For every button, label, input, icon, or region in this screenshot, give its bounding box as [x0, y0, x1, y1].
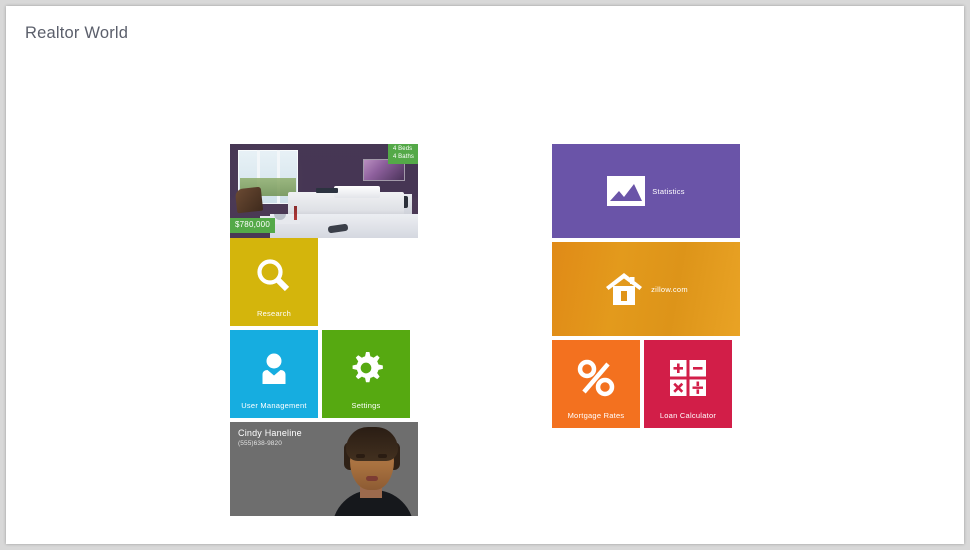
app-window: Realtor World 4 Beds 4 Baths $780,000 Re… [6, 6, 964, 544]
tile-loan-calculator[interactable]: Loan Calculator [644, 340, 732, 428]
tile-user-management-label: User Management [241, 401, 307, 410]
beds-count: 4 Beds [392, 146, 413, 152]
tile-group-left: 4 Beds 4 Baths $780,000 Research User Ma… [230, 144, 422, 520]
page-title: Realtor World [25, 24, 129, 42]
agent-photo [326, 422, 418, 516]
tile-mortgage-rates[interactable]: Mortgage Rates [552, 340, 640, 428]
photo-pillows [334, 186, 380, 198]
agent-phone: (555)638-9820 [238, 440, 282, 447]
statistics-content: Statistics [552, 144, 740, 238]
tile-property-listing[interactable]: 4 Beds 4 Baths $780,000 [230, 144, 418, 238]
tile-row-4: Statistics [552, 144, 740, 238]
tile-research-label: Research [256, 309, 292, 318]
agent-hair [346, 427, 398, 461]
tile-agent-contact[interactable]: Cindy Haneline (555)638-9820 [230, 422, 418, 516]
tile-zillow-label: zillow.com [651, 284, 688, 294]
photo-lounge-chair [234, 186, 264, 214]
agent-eye-left [356, 454, 365, 458]
tile-row-6: Mortgage Rates Loan Calculator [552, 340, 740, 428]
tile-research[interactable]: Research [230, 238, 318, 326]
tile-user-management[interactable]: User Management [230, 330, 318, 418]
agent-name: Cindy Haneline [238, 428, 302, 438]
photo-bottle [294, 206, 297, 220]
agent-eye-right [378, 454, 387, 458]
tile-group-right: Statistics zillow.com Mortgage Rates Loa… [552, 144, 740, 432]
agent-lips [366, 476, 378, 481]
tile-zillow[interactable]: zillow.com [552, 242, 740, 336]
tile-loan-calculator-label: Loan Calculator [659, 411, 717, 420]
zillow-content: zillow.com [552, 242, 740, 336]
photo-folded-throw [316, 188, 338, 193]
beds-baths-badge: 4 Beds 4 Baths [387, 144, 418, 164]
tile-row-5: zillow.com [552, 242, 740, 336]
price-badge: $780,000 [230, 218, 275, 233]
tile-statistics[interactable]: Statistics [552, 144, 740, 238]
chart-icon [607, 176, 646, 206]
tile-settings-label: Settings [351, 401, 381, 410]
house-icon [604, 270, 644, 308]
tile-settings[interactable]: Settings [322, 330, 410, 418]
tile-row-1: 4 Beds 4 Baths $780,000 Research [230, 144, 422, 326]
tile-row-2: User Management Settings [230, 330, 422, 418]
tile-row-3: Cindy Haneline (555)638-9820 [230, 422, 422, 516]
tile-mortgage-rates-label: Mortgage Rates [567, 411, 625, 420]
baths-count: 4 Baths [392, 153, 414, 160]
tile-statistics-label: Statistics [652, 186, 685, 196]
